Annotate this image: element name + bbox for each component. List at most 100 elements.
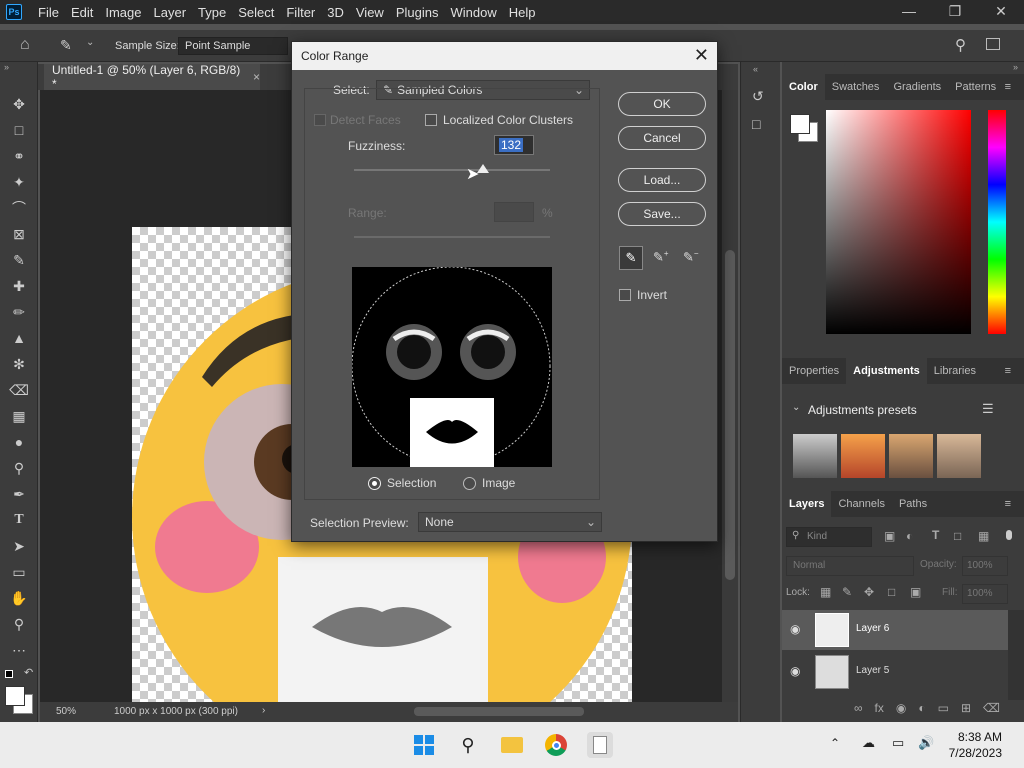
menu-select[interactable]: Select [232,5,280,20]
history-icon[interactable]: ↺ [752,88,764,105]
selection-radio[interactable] [368,477,381,490]
invert-checkbox[interactable] [619,289,631,301]
list-view-icon[interactable]: ☰ [982,401,994,417]
layers-scrollbar[interactable] [1008,610,1024,700]
tab-gradients[interactable]: Gradients [886,74,948,100]
menu-file[interactable]: File [32,5,65,20]
menu-view[interactable]: View [350,5,390,20]
zoom-level[interactable]: 50% [56,706,76,717]
add-mask-icon[interactable]: ◉ [896,696,906,720]
type-tool-icon[interactable]: T [9,510,29,530]
collapse-icon[interactable]: » [1013,62,1018,72]
marquee-tool-icon[interactable]: □ [9,120,29,140]
pen-tool-icon[interactable]: ✒ [9,484,29,504]
healing-tool-icon[interactable]: ✚ [9,276,29,296]
collapse-icon[interactable]: « [753,64,758,74]
network-off-icon[interactable]: ☁ [862,735,875,751]
tab-swatches[interactable]: Swatches [825,74,887,100]
color-field[interactable] [826,110,971,334]
chevron-up-icon[interactable]: ⌃ [830,736,840,750]
system-clock[interactable]: 8:38 AM 7/28/2023 [949,729,1002,761]
dodge-tool-icon[interactable]: ⚲ [9,458,29,478]
fuzziness-input[interactable]: 132 [494,135,534,155]
tab-patterns[interactable]: Patterns [948,74,1003,100]
menu-window[interactable]: Window [444,5,502,20]
chevron-right-icon[interactable]: › [262,705,265,716]
layer-name[interactable]: Layer 6 [856,623,889,634]
lock-artboard-icon[interactable]: □ [888,585,895,599]
home-icon[interactable]: ⌂ [20,36,30,54]
foreground-color-swatch[interactable] [790,114,810,134]
eyedropper-tool-icon[interactable]: ✎ [9,250,29,270]
hand-tool-icon[interactable]: ✋ [9,588,29,608]
filter-shape-icon[interactable]: □ [954,529,961,543]
image-radio-label[interactable]: Image [482,476,515,490]
tab-paths[interactable]: Paths [892,491,934,517]
localized-clusters-checkbox[interactable] [425,114,437,126]
lock-position-icon[interactable]: ✥ [864,585,874,599]
restore-icon[interactable]: ❐ [932,0,978,24]
dialog-titlebar[interactable]: Color Range [292,42,717,70]
link-layers-icon[interactable]: ∞ [854,696,863,720]
history-brush-tool-icon[interactable]: ✻ [9,354,29,374]
menu-layer[interactable]: Layer [148,5,193,20]
filter-smart-object-icon[interactable]: ▦ [978,529,989,543]
panel-menu-icon[interactable]: ≡ [998,491,1018,517]
adjustment-layer-icon[interactable]: ◐ [918,696,925,720]
rectangle-tool-icon[interactable]: ▭ [9,562,29,582]
workspace-icon[interactable] [986,38,1000,50]
preset-thumbnail[interactable] [889,434,933,478]
collapse-icon[interactable]: » [4,62,9,72]
image-radio[interactable] [463,477,476,490]
frame-tool-icon[interactable]: ⊠ [9,224,29,244]
cancel-button[interactable]: Cancel [618,126,706,150]
new-layer-icon[interactable]: ⊞ [961,696,971,720]
eyedropper-minus-icon[interactable]: ✎− [683,249,699,265]
new-group-icon[interactable]: ▭ [938,696,949,720]
tab-libraries[interactable]: Libraries [927,358,983,384]
eraser-tool-icon[interactable]: ⌫ [9,380,29,400]
preset-thumbnail[interactable] [793,434,837,478]
filter-type-icon[interactable]: T [932,528,939,542]
preset-thumbnail[interactable] [841,434,885,478]
selection-radio-label[interactable]: Selection [387,476,436,490]
zoom-tool-icon[interactable]: ⚲ [9,614,29,634]
panel-menu-icon[interactable]: ≡ [998,358,1018,384]
windows-start-icon[interactable] [411,732,437,758]
menu-image[interactable]: Image [99,5,147,20]
load-button[interactable]: Load... [618,168,706,192]
filter-pixel-icon[interactable]: ▣ [884,529,895,543]
minimize-icon[interactable]: — [886,0,932,24]
notepad-icon[interactable] [587,732,613,758]
close-icon[interactable]: ✕ [978,0,1024,24]
menu-help[interactable]: Help [503,5,542,20]
fx-icon[interactable]: fx [875,696,884,720]
visibility-eye-icon[interactable]: ◉ [790,622,800,636]
stamp-tool-icon[interactable]: ▲ [9,328,29,348]
search-icon[interactable]: ⚲ [455,732,481,758]
menu-3d[interactable]: 3D [321,5,350,20]
horizontal-scroll-thumb[interactable] [414,707,584,716]
menu-plugins[interactable]: Plugins [390,5,445,20]
visibility-eye-icon[interactable]: ◉ [790,664,800,678]
blend-mode-select[interactable]: Normal [786,556,914,576]
eyedropper-plus-icon[interactable]: ✎+ [653,249,669,265]
delete-layer-icon[interactable]: ⌫ [983,696,1000,720]
tab-properties[interactable]: Properties [782,358,846,384]
panel-menu-icon[interactable]: ≡ [998,74,1018,100]
menu-type[interactable]: Type [192,5,232,20]
more-tools-icon[interactable]: ⋯ [9,640,29,660]
chevron-down-icon[interactable]: ⌄ [86,37,94,48]
magic-wand-tool-icon[interactable]: ✦ [9,172,29,192]
tab-adjustments[interactable]: Adjustments [846,358,927,384]
hue-slider[interactable] [988,110,1006,334]
search-icon[interactable]: ⚲ [955,36,966,54]
foreground-color-swatch[interactable] [5,686,25,706]
layer-name[interactable]: Layer 5 [856,665,889,676]
chrome-icon[interactable] [543,732,569,758]
volume-icon[interactable]: 🔊 [918,735,934,751]
path-selection-tool-icon[interactable]: ➤ [9,536,29,556]
layer-row-selected[interactable]: ◉ Layer 6 [782,610,1008,650]
fuzziness-slider-track[interactable] [354,169,550,171]
menu-filter[interactable]: Filter [280,5,321,20]
